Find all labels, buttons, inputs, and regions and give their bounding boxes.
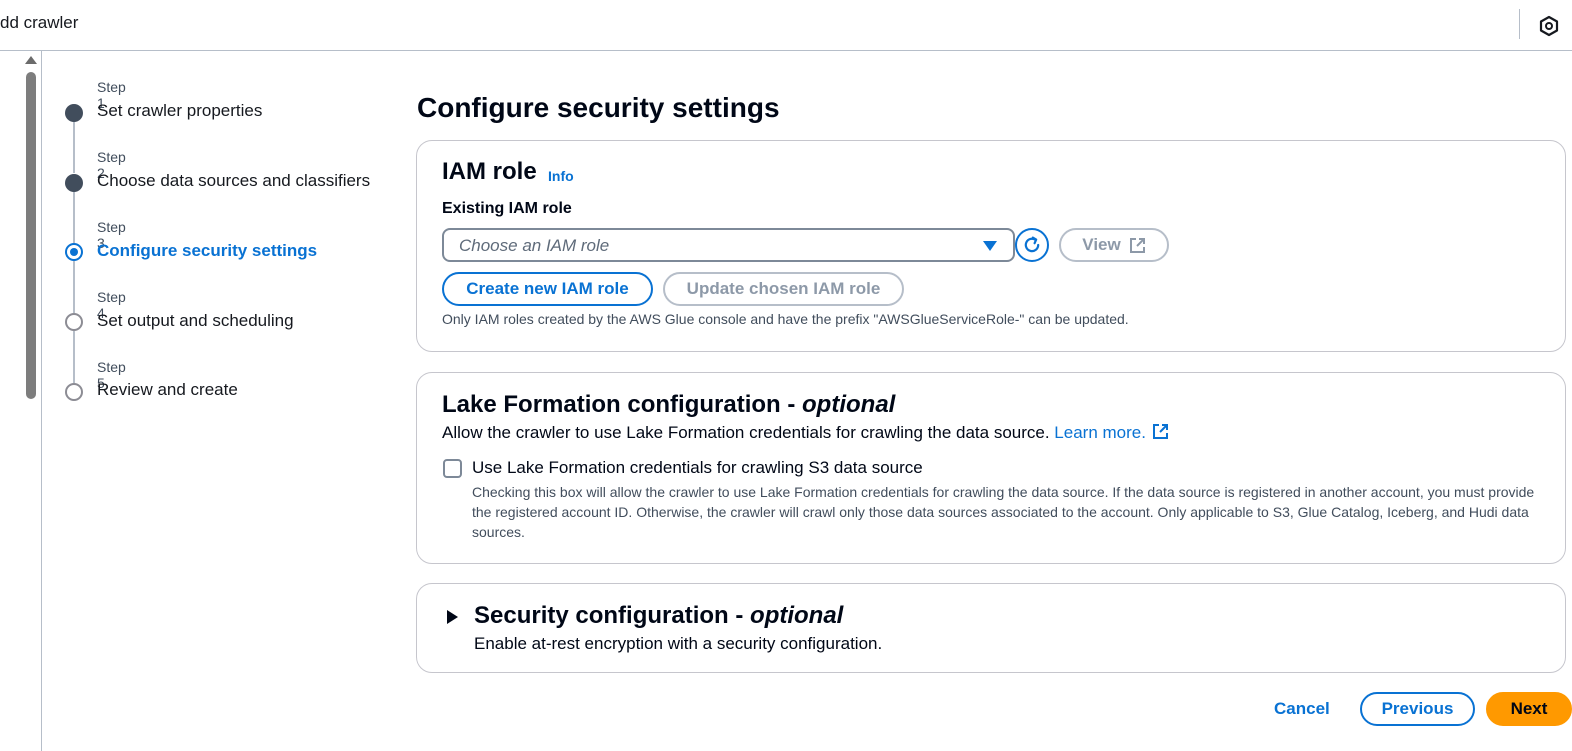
step-4-label: Set output and scheduling: [97, 311, 294, 330]
lake-formation-checkbox-label[interactable]: Use Lake Formation credentials for crawl…: [472, 458, 923, 478]
next-button[interactable]: Next: [1486, 692, 1572, 726]
step-5-pending-icon: [65, 383, 83, 401]
caret-down-icon: [983, 241, 997, 251]
iam-role-heading: IAM role: [442, 158, 537, 185]
iam-role-select[interactable]: Choose an IAM role: [442, 228, 1015, 262]
step-2-link[interactable]: Choose data sources and classifiers: [97, 171, 370, 191]
expand-caret-icon[interactable]: [447, 610, 458, 624]
lake-formation-checkbox[interactable]: [443, 459, 462, 478]
content-divider: [41, 51, 42, 751]
scrollbar-thumb[interactable]: [26, 72, 36, 399]
step-1-link[interactable]: Set crawler properties: [97, 101, 262, 121]
step-5-label: Review and create: [97, 380, 238, 399]
refresh-button[interactable]: [1015, 228, 1049, 262]
step-2-complete-icon: [65, 174, 83, 192]
lake-formation-optional: optional: [802, 391, 896, 418]
lake-formation-description-text: Allow the crawler to use Lake Formation …: [442, 423, 1055, 442]
iam-role-select-placeholder: Choose an IAM role: [459, 236, 610, 255]
step-connector: [73, 191, 75, 243]
view-role-button[interactable]: View: [1059, 228, 1169, 262]
hexagon-settings-icon[interactable]: [1538, 15, 1560, 37]
refresh-icon: [1024, 236, 1040, 253]
page-header-title: dd crawler: [0, 13, 79, 32]
view-role-label: View: [1082, 235, 1121, 254]
header-divider: [1519, 9, 1520, 39]
previous-button[interactable]: Previous: [1360, 692, 1475, 726]
learn-more-link[interactable]: Learn more.: [1054, 423, 1146, 442]
external-link-icon[interactable]: [1152, 423, 1169, 440]
existing-iam-role-label: Existing IAM role: [442, 200, 572, 217]
security-configuration-description: Enable at-rest encryption with a securit…: [474, 634, 883, 653]
lake-formation-heading-text: Lake Formation configuration -: [442, 391, 803, 418]
lake-formation-checkbox-description: Checking this box will allow the crawler…: [472, 484, 1535, 540]
lake-formation-description: Allow the crawler to use Lake Formation …: [442, 423, 1169, 443]
step-connector: [73, 261, 75, 313]
iam-info-link[interactable]: Info: [548, 168, 574, 184]
step-1-complete-icon: [65, 104, 83, 122]
security-configuration-heading[interactable]: Security configuration - optional: [474, 602, 843, 630]
lake-formation-heading: Lake Formation configuration - optional: [442, 391, 895, 419]
security-configuration-heading-text: Security configuration -: [474, 602, 751, 629]
step-3-label: Configure security settings: [97, 241, 318, 260]
security-configuration-optional: optional: [750, 602, 844, 629]
external-link-icon: [1129, 238, 1145, 254]
iam-role-hint: Only IAM roles created by the AWS Glue c…: [442, 311, 1129, 327]
step-4-pending-icon: [65, 313, 83, 331]
scroll-up-arrow-icon[interactable]: [25, 56, 37, 64]
step-3-current-icon: [65, 243, 83, 261]
step-connector: [73, 121, 75, 173]
page-title: Configure security settings: [417, 92, 780, 123]
cancel-button[interactable]: Cancel: [1274, 699, 1330, 719]
create-iam-role-button[interactable]: Create new IAM role: [442, 272, 653, 306]
update-iam-role-button[interactable]: Update chosen IAM role: [663, 272, 904, 306]
step-connector: [73, 331, 75, 383]
top-bar: dd crawler: [0, 0, 1572, 51]
